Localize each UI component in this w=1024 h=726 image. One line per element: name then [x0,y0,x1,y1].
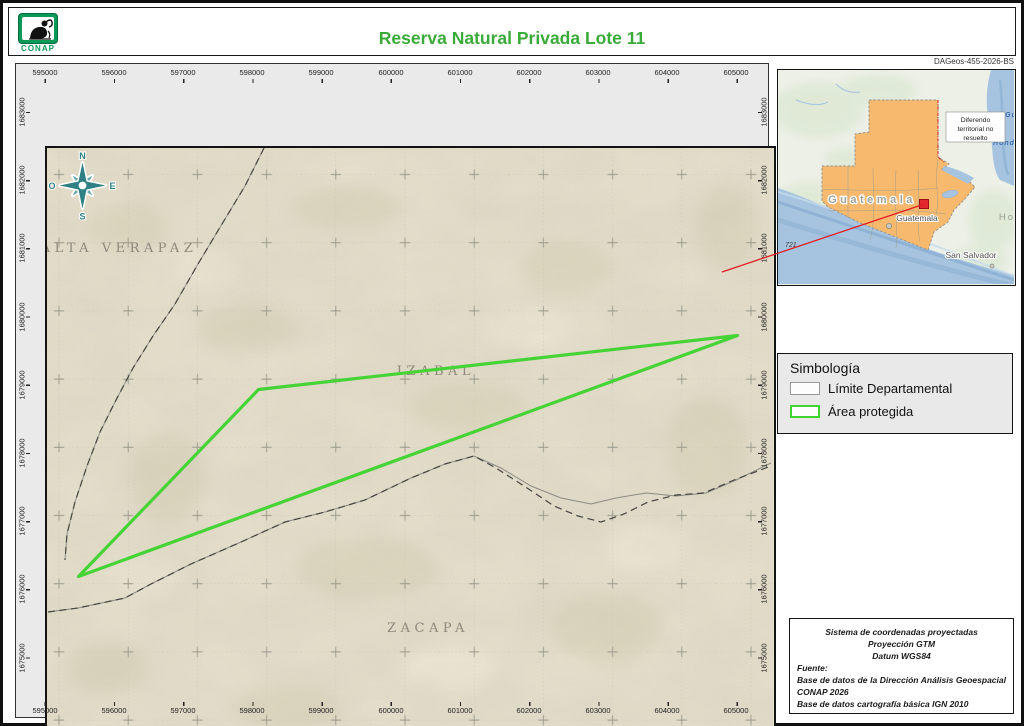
legend-title: Simbología [790,360,860,376]
source-line-3: Base de datos cartografía básica IGN 201… [797,698,1006,710]
grid-ticks-left [26,86,30,699]
grid-label-top: 604000 [654,68,679,77]
grid-label-bottom: 603000 [585,706,610,715]
grid-label-bottom: 600000 [378,706,403,715]
monkey-icon [22,17,56,42]
locator-inset-map: Guatemala Guatemala San Salvador Ho Gu H… [777,69,1016,286]
legend-item-protected-area: Área protegida [790,403,913,419]
grid-label-top: 598000 [239,68,264,77]
datum-line: Datum WGS84 [797,650,1006,662]
grid-label-left: 1683000 [18,97,27,126]
grid-label-bottom: 597000 [170,706,195,715]
road-number-label: 721 [785,242,797,249]
honduras-label: Ho [999,212,1014,223]
grid-label-top: 602000 [516,68,541,77]
grid-label-left: 1679000 [18,370,27,399]
topographic-map: ALTA VERAPAZ IZABAL ZACAPA N E S O [47,148,773,726]
grid-label-top: 601000 [447,68,472,77]
grid-label-right: 1675000 [760,643,769,672]
region-label-alta-verapaz: ALTA VERAPAZ [47,241,197,256]
legend-item-label: Límite Departamental [828,381,952,396]
grid-label-left: 1682000 [18,165,27,194]
grid-label-bottom: 599000 [308,706,333,715]
grid-label-right: 1678000 [760,438,769,467]
document-code: DAGeos-455-2026-BS [934,57,1014,66]
san-salvador-label: San Salvador [945,250,996,260]
san-salvador-dot [990,264,994,268]
projection-line: Proyección GTM [797,638,1006,650]
note-line-3: resuelto [963,135,987,142]
capital-city-label: Guatemala [896,213,938,223]
page-title: Reserva Natural Privada Lote 11 [9,28,1015,49]
grid-label-bottom: 596000 [101,706,126,715]
grid-label-left: 1678000 [18,438,27,467]
grid-label-right: 1681000 [760,233,769,262]
compass-north-label: N [79,151,86,161]
legend-item-departmental-limit: Límite Departamental [790,380,952,396]
grid-label-left: 1680000 [18,302,27,331]
grid-label-right: 1677000 [760,506,769,535]
compass-east-label: E [109,181,115,191]
grid-label-right: 1683000 [760,97,769,126]
protected-area-swatch [790,405,820,418]
grid-label-top: 595000 [32,68,57,77]
source-heading: Fuente: [797,662,1006,674]
conap-logo-label: CONAP [12,44,64,53]
grid-label-top: 597000 [170,68,195,77]
grid-label-bottom: 602000 [516,706,541,715]
grid-label-left: 1676000 [18,574,27,603]
capital-city-dot [886,223,891,228]
header: Reserva Natural Privada Lote 11 [8,7,1016,56]
grid-label-bottom: 598000 [239,706,264,715]
source-line-2: CONAP 2026 [797,686,1006,698]
crs-line: Sistema de coordenadas proyectadas [797,626,1006,638]
grid-label-top: 599000 [308,68,333,77]
note-line-2: territorial no [958,126,994,133]
metadata-box: Sistema de coordenadas proyectadas Proye… [789,618,1014,714]
coordinate-grid [47,148,773,726]
grid-label-top: 603000 [585,68,610,77]
grid-label-left: 1681000 [18,233,27,262]
grid-label-right: 1679000 [760,370,769,399]
conap-logo-icon [18,13,58,44]
grid-label-bottom: 601000 [447,706,472,715]
main-map-frame: 595000 596000 597000 598000 599000 60000… [15,63,769,718]
territorial-note: Diferendo territorial no resuelto [946,112,1005,142]
compass-west-label: O [48,181,55,191]
departmental-limit-swatch [790,382,820,395]
grid-label-right: 1682000 [760,165,769,194]
location-marker-icon [920,200,929,209]
grid-label-top: 596000 [101,68,126,77]
guatemala-inset: Guatemala Guatemala San Salvador Ho Gu H… [778,70,1014,284]
grid-label-right: 1680000 [760,302,769,331]
grid-label-left: 1675000 [18,643,27,672]
grid-label-left: 1677000 [18,506,27,535]
sea-name-fragment: Gu [1005,112,1014,119]
note-line-1: Diferendo [961,117,991,124]
source-line-1: Base de datos de la Dirección Análisis G… [797,674,1006,686]
grid-label-bottom: 605000 [723,706,748,715]
grid-ticks-top [33,79,756,83]
region-label-zacapa: ZACAPA [387,621,469,636]
legend-item-label: Área protegida [828,404,913,419]
grid-label-bottom: 595000 [32,706,57,715]
grid-label-top: 600000 [378,68,403,77]
grid-label-top: 605000 [723,68,748,77]
map-sheet: Reserva Natural Privada Lote 11 CONAP DA… [0,0,1024,726]
grid-label-bottom: 604000 [654,706,679,715]
country-label: Guatemala [828,194,916,206]
grid-label-right: 1676000 [760,574,769,603]
legend: Simbología Límite Departamental Área pro… [777,353,1013,434]
compass-south-label: S [79,212,85,222]
map-canvas: ALTA VERAPAZ IZABAL ZACAPA N E S O [45,146,776,726]
